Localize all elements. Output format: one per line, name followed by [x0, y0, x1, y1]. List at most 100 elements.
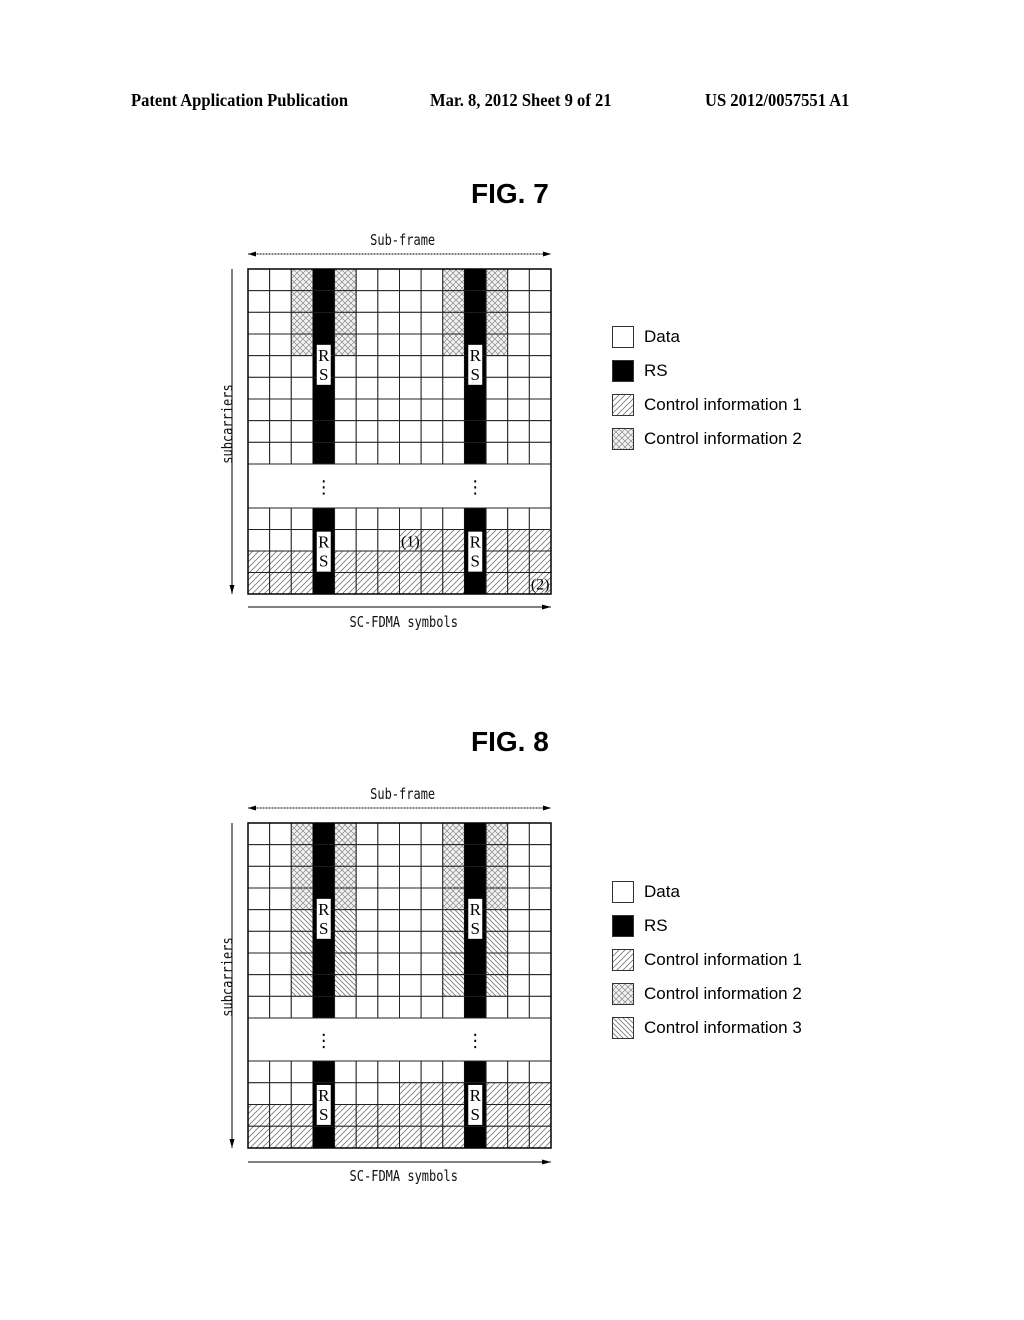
- cell-top-0-8-d: [420, 268, 444, 292]
- rs-label-s-bottom-1: S: [471, 552, 480, 571]
- cell-top-7-2-d: [290, 420, 314, 443]
- cell-top-7-5-d: [355, 420, 379, 443]
- cell-top-8-10-rs: [464, 442, 487, 464]
- cell-top-2-9-c2: [442, 311, 465, 335]
- figure-8-legend: Data RS Control information 1 Control infor…: [612, 875, 802, 1045]
- legend-swatch-ci1: [612, 394, 634, 416]
- cell-top-5-11-d: [485, 376, 509, 400]
- cell-top-3-12-d: [507, 333, 530, 357]
- cell-top-1-10-rs: [464, 290, 487, 313]
- cell-top-1-8-d: [420, 290, 444, 313]
- cell-top-5-4-d: [334, 376, 357, 400]
- cell-top-3-5-d: [355, 333, 379, 357]
- cell-top-4-12-d: [507, 355, 530, 378]
- cell-bottom-3-5-c1: [355, 572, 379, 595]
- cell-bottom-0-13-d: [528, 507, 552, 530]
- cell-bottom-3-1-c1: [269, 572, 292, 595]
- cell-bottom-1-11-c1: [485, 529, 509, 552]
- cell-top-6-0-d: [247, 398, 271, 422]
- legend-label-ci2: Control information 2: [644, 429, 802, 448]
- cell-top-6-10-rs: [464, 399, 487, 421]
- cell-top-8-6-d: [377, 441, 401, 465]
- cell-bottom-2-8-c1: [420, 550, 444, 573]
- cell-bottom-2-6-c1: [377, 550, 401, 573]
- cell-top-1-12-d: [507, 290, 530, 313]
- cell-top-5-9-d: [442, 376, 465, 400]
- cell-top-5-0-d: [247, 376, 271, 400]
- cell-top-2-0-d: [247, 311, 271, 335]
- annotation-2: (2): [531, 576, 550, 593]
- cell-top-8-4-d: [334, 441, 357, 465]
- legend-swatch-data: [612, 326, 634, 348]
- cell-top-0-12-d: [507, 268, 530, 292]
- cell-bottom-1-0-d: [247, 529, 271, 552]
- cell-bottom-3-11-c1: [485, 572, 509, 595]
- cell-bottom-0-7-d: [399, 507, 422, 530]
- cell-top-6-6-d: [377, 398, 401, 422]
- legend-label-ci3: Control information 3: [644, 1018, 802, 1037]
- rs-label-r-top-0: R: [318, 346, 330, 365]
- legend-item-ci2: Control information 2: [612, 422, 802, 456]
- cell-top-3-0-d: [247, 333, 271, 357]
- cell-top-8-11-d: [485, 441, 509, 465]
- cell-top-7-3-rs: [312, 420, 335, 443]
- rs-label-s-top-1: S: [471, 365, 480, 384]
- cell-top-5-13-d: [528, 376, 552, 400]
- subcarriers-arrowhead: [229, 585, 235, 594]
- legend-swatch-ci3: [612, 1017, 634, 1039]
- cell-top-2-2-c2: [290, 311, 314, 335]
- cell-top-4-0-d: [247, 355, 271, 378]
- figure-7-legend: Data RS Control information 1 Control infor…: [612, 320, 802, 456]
- legend-swatch-ci1: [612, 949, 634, 971]
- cell-top-4-7-d: [399, 355, 422, 378]
- cell-top-0-9-c2: [442, 268, 465, 292]
- cell-top-5-8-d: [420, 376, 444, 400]
- legend-swatch-rs: [612, 360, 634, 382]
- cell-top-2-3-rs: [312, 312, 335, 334]
- legend-swatch-data: [612, 881, 634, 903]
- cell-top-0-0-d: [247, 268, 271, 292]
- cell-bottom-2-13-c1: [528, 550, 552, 573]
- cell-bottom-1-12-c1: [507, 529, 530, 552]
- cell-bottom-0-2-d: [290, 507, 314, 530]
- cell-top-5-1-d: [269, 376, 292, 400]
- figure-8-title: FIG. 8: [471, 726, 549, 757]
- vertical-ellipsis: ⋮: [315, 477, 333, 498]
- figure-7-grid: RSRS⋮RSRS⋮(1)(2): [229, 251, 552, 610]
- legend-item-data: Data: [612, 875, 802, 909]
- legend-swatch-ci2: [612, 428, 634, 450]
- cell-top-3-1-d: [269, 333, 292, 357]
- cell-bottom-0-6-d: [377, 507, 401, 530]
- cell-top-7-4-d: [334, 420, 357, 443]
- cell-bottom-2-0-c1: [247, 550, 271, 573]
- cell-top-7-8-d: [420, 420, 444, 443]
- cell-top-8-7-d: [399, 441, 422, 465]
- cell-top-4-11-d: [485, 355, 509, 378]
- cell-bottom-0-8-d: [420, 507, 444, 530]
- cell-top-8-5-d: [355, 441, 379, 465]
- cell-bottom-2-12-c1: [507, 550, 530, 573]
- cell-top-1-13-d: [528, 290, 552, 313]
- cell-bottom-1-1-d: [269, 529, 292, 552]
- cell-top-6-5-d: [355, 398, 379, 422]
- cell-bottom-3-0-c1: [247, 572, 271, 595]
- cell-top-0-2-c2: [290, 268, 314, 292]
- cell-bottom-3-6-c1: [377, 572, 401, 595]
- cell-top-5-12-d: [507, 376, 530, 400]
- cell-top-1-7-d: [399, 290, 422, 313]
- cell-top-8-9-d: [442, 441, 465, 465]
- cell-top-8-3-rs: [312, 442, 335, 464]
- legend-item-data: Data: [612, 320, 802, 354]
- cell-bottom-2-7-c1: [399, 550, 422, 573]
- annotation-1: (1): [401, 533, 420, 550]
- cell-top-1-4-c2: [334, 290, 357, 313]
- cell-top-3-4-c2: [334, 333, 357, 357]
- cell-top-2-5-d: [355, 311, 379, 335]
- cell-bottom-1-4-d: [334, 529, 357, 552]
- cell-top-7-6-d: [377, 420, 401, 443]
- cell-top-0-6-d: [377, 268, 401, 292]
- cell-top-6-8-d: [420, 398, 444, 422]
- cell-top-3-7-d: [399, 333, 422, 357]
- cell-bottom-0-3-rs: [312, 508, 335, 530]
- cell-top-0-11-c2: [485, 268, 509, 292]
